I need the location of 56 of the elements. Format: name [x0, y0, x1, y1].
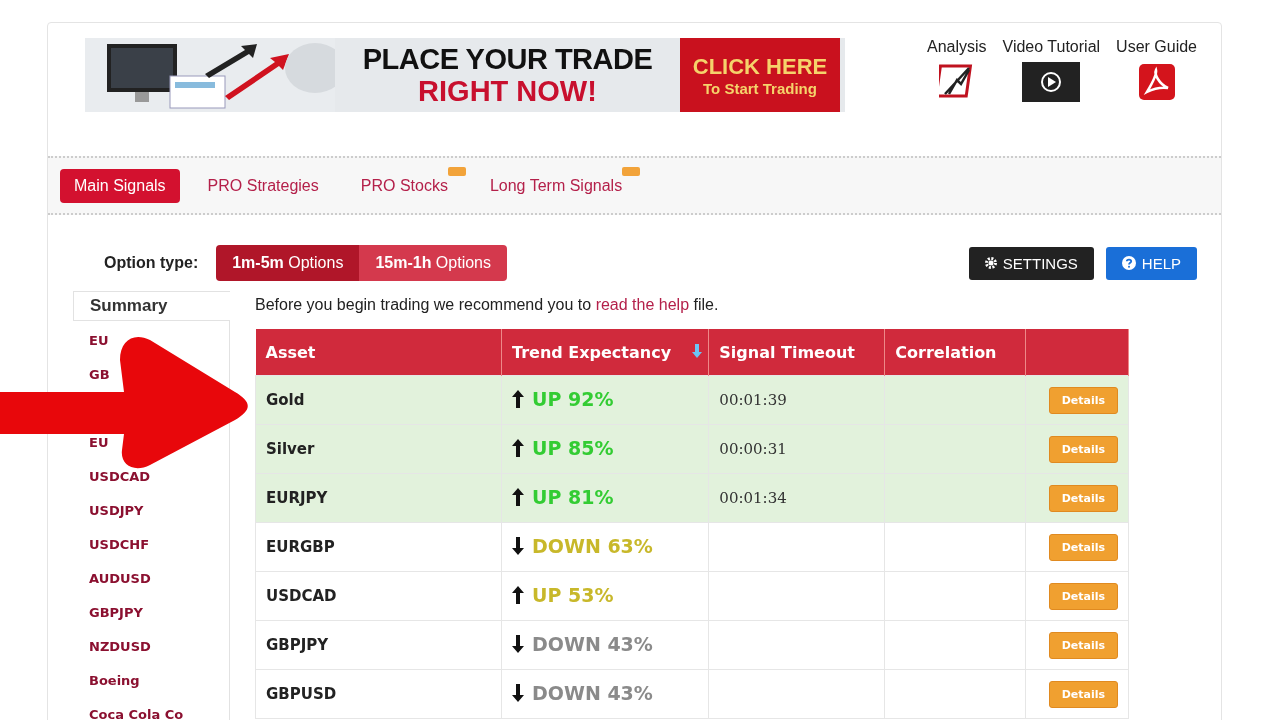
sidebar-item[interactable]: USDJPY — [89, 503, 144, 518]
column-header[interactable]: Signal Timeout — [708, 329, 885, 376]
column-header[interactable]: Correlation — [884, 329, 1026, 376]
table-cell: 00:01:39 — [719, 391, 787, 409]
nav-tab[interactable]: Main Signals — [60, 168, 180, 203]
trend-value: UP 81% — [532, 486, 614, 508]
nav-tab[interactable]: PRO Stocks — [346, 168, 462, 203]
sidebar-item[interactable]: Boeing — [89, 673, 140, 688]
sidebar-item[interactable]: USDCHF — [89, 537, 149, 552]
table-cell: EURJPY — [255, 473, 502, 523]
table-cell: GBPJPY — [255, 620, 502, 670]
trend-value: UP 85% — [532, 437, 614, 459]
header-link[interactable]: Analysis — [926, 38, 987, 56]
sidebar-item[interactable]: GBPJPY — [89, 605, 143, 620]
help-link[interactable]: read the help — [595, 296, 690, 313]
sidebar-item[interactable]: USDCAD — [89, 469, 151, 484]
sort-arrow-icon[interactable] — [692, 343, 703, 359]
sidebar-item[interactable]: Coca Cola Co — [89, 707, 184, 720]
header-link[interactable]: User Guide — [1116, 38, 1197, 56]
option-toggle[interactable]: 1m-5m Options — [216, 245, 360, 281]
sidebar-item[interactable]: NZDUSD — [89, 639, 151, 654]
help-icon — [1121, 256, 1136, 270]
table-cell: Gold — [255, 375, 502, 425]
nav-tab[interactable]: PRO Strategies — [193, 168, 333, 203]
summary-tab[interactable]: Summary — [73, 291, 230, 321]
sidebar-item[interactable]: EU — [89, 333, 109, 348]
sidebar-item[interactable]: AUDUSD — [89, 571, 151, 586]
trend-value: DOWN 63% — [532, 535, 653, 557]
play-icon[interactable] — [1022, 62, 1081, 102]
trend-value: DOWN 43% — [532, 633, 653, 655]
option-toggle[interactable]: 15m-1h Options — [359, 245, 507, 281]
chart-pen-icon[interactable] — [938, 62, 975, 98]
pdf-icon[interactable] — [1136, 62, 1177, 102]
banner-headline: PLACE YOUR TRADE — [362, 43, 653, 75]
settings-button[interactable]: SETTINGS — [968, 246, 1094, 280]
settings-icon — [984, 257, 997, 269]
sidebar-item[interactable]: EU — [89, 435, 109, 450]
table-cell: USDCAD — [255, 571, 502, 621]
table-cell: GBPUSD — [255, 669, 502, 719]
table-cell: 00:00:31 — [719, 440, 787, 458]
banner-headline: RIGHT NOW! — [418, 75, 597, 107]
header-link[interactable]: Video Tutorial — [1002, 38, 1101, 56]
column-header[interactable]: Trend Expectancy — [501, 329, 709, 376]
trend-value: UP 53% — [532, 584, 614, 606]
trend-value: UP 92% — [532, 388, 614, 410]
table-cell: Silver — [255, 424, 502, 474]
column-header[interactable]: Asset — [255, 329, 502, 376]
intro-text: Before you begin trading we recommend you to read the help file. — [255, 296, 720, 314]
trend-value: DOWN 43% — [532, 682, 653, 704]
sidebar-item[interactable]: GB — [89, 367, 110, 382]
start-trading-button[interactable]: CLICK HERE To Start Trading — [680, 38, 840, 112]
table-cell: EURGBP — [255, 522, 502, 572]
table-cell: 00:01:34 — [719, 489, 787, 507]
nav-tab[interactable]: Long Term Signals — [475, 168, 637, 203]
help-button[interactable]: HELP — [1105, 246, 1197, 280]
option-type-label: Option type: — [104, 254, 199, 272]
